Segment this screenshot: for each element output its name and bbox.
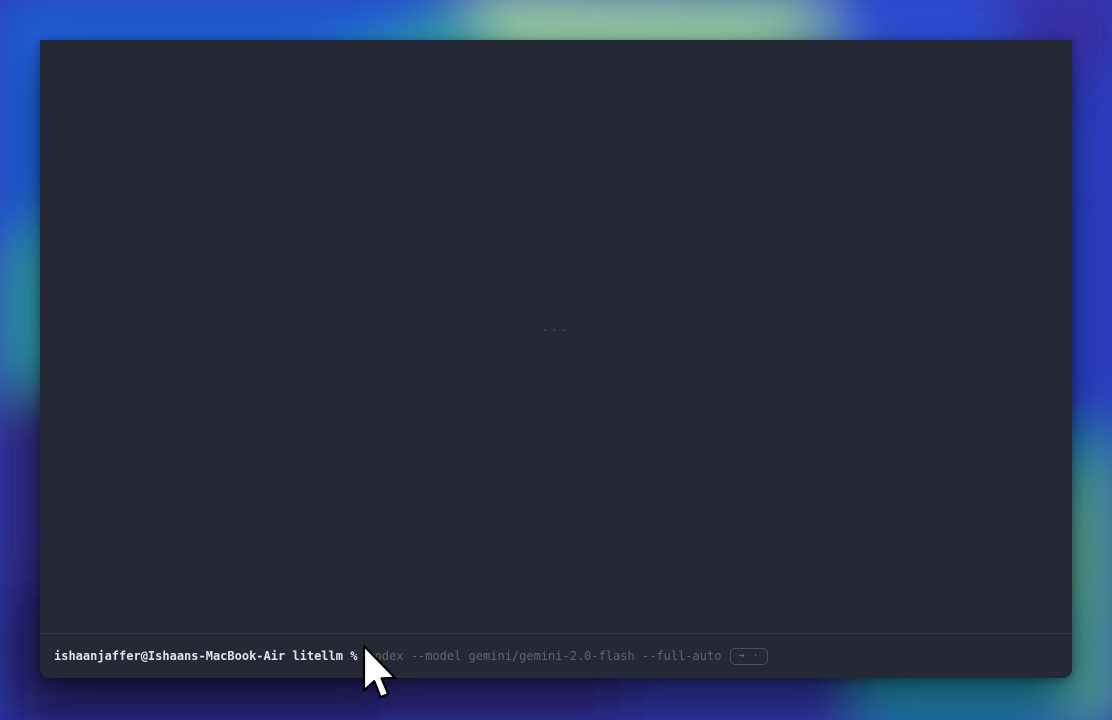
loading-dots-indicator: ··· [40,324,1072,337]
accept-suggestion-hint-badge: → · [730,648,767,665]
terminal-window: ··· ishaanjaffer@Ishaans-MacBook-Air lit… [40,40,1072,678]
shell-prompt: ishaanjaffer@Ishaans-MacBook-Air litellm… [54,649,357,663]
terminal-output-area[interactable]: ··· [40,40,1072,633]
autosuggestion-text: codex --model gemini/gemini-2.0-flash --… [367,649,721,663]
command-input-line[interactable]: ishaanjaffer@Ishaans-MacBook-Air litellm… [40,633,1072,678]
desktop: ··· ishaanjaffer@Ishaans-MacBook-Air lit… [0,0,1112,720]
text-cursor [363,649,366,664]
